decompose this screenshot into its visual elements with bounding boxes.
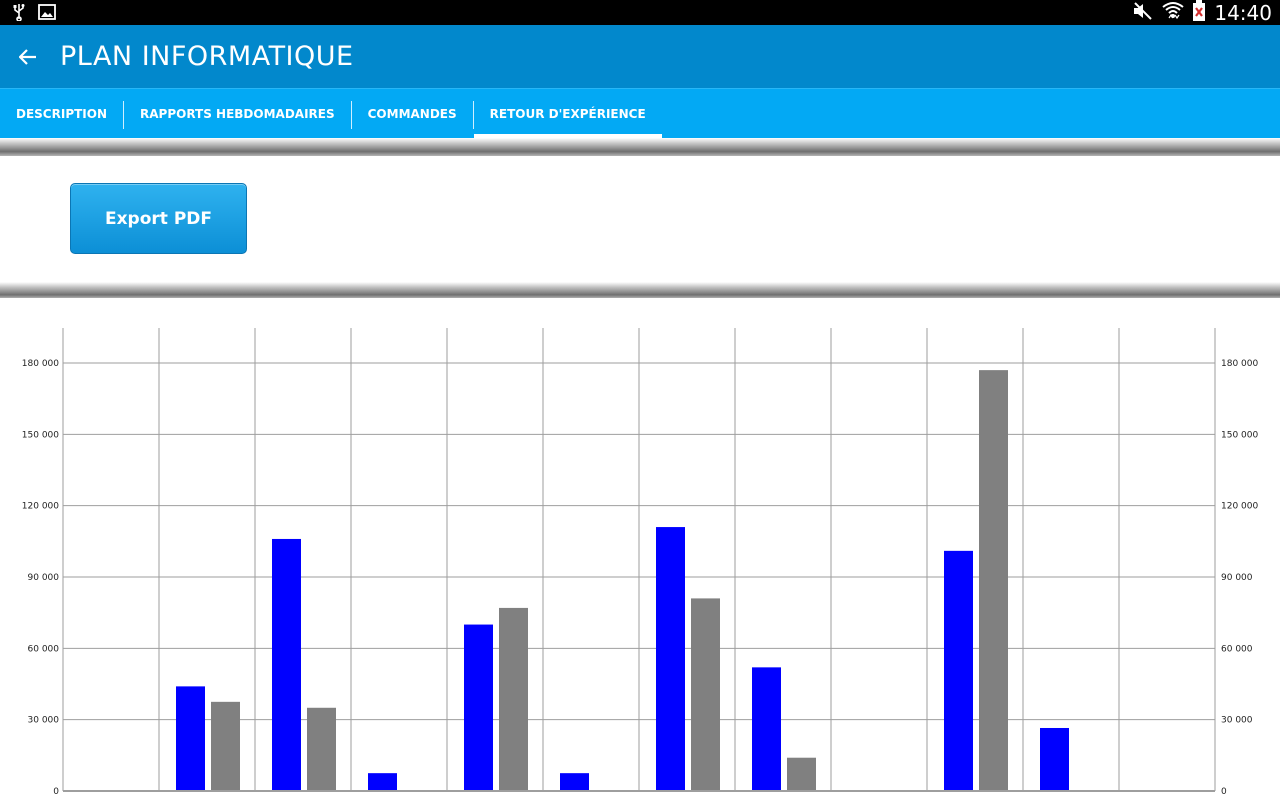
tab-description[interactable]: DESCRIPTION [0,89,123,139]
tab-label: RETOUR D'EXPÉRIENCE [489,107,646,121]
y-tick-label-right: 150 000 [1221,430,1258,440]
bar-series-2 [691,598,720,791]
bar-series-1 [1040,727,1069,791]
back-arrow-icon[interactable] [0,25,56,88]
bar-series-2 [787,757,816,791]
tab-label: DESCRIPTION [16,107,108,121]
divider-shadow [0,282,1280,298]
y-tick-label-left: 180 000 [22,359,59,369]
y-tick-label-left: 120 000 [22,502,59,512]
page-title: PLAN INFORMATIQUE [60,41,354,72]
bar-series-2 [499,607,528,791]
bar-series-1 [560,773,589,791]
bar-series-1 [464,624,493,791]
divider-shadow [0,138,1280,156]
tab-rapports-hebdomadaires[interactable]: RAPPORTS HEBDOMADAIRES [124,89,351,139]
tab-bar: DESCRIPTION RAPPORTS HEBDOMADAIRES COMMA… [0,88,1280,139]
bar-series-1 [944,550,973,791]
wifi-icon [1162,1,1184,25]
image-icon [38,4,56,24]
bar-series-1 [656,527,685,791]
y-tick-label-right: 180 000 [1221,359,1258,369]
y-tick-label-right: 60 000 [1221,644,1253,654]
clock: 14:40 [1214,0,1272,25]
tab-commandes[interactable]: COMMANDES [352,89,473,139]
y-tick-label-left: 60 000 [28,644,60,654]
tab-label: COMMANDES [367,107,457,121]
y-tick-label-left: 90 000 [28,573,60,583]
export-pdf-button[interactable]: Export PDF [70,183,247,254]
bar-series-2 [211,701,240,791]
tab-label: RAPPORTS HEBDOMADAIRES [140,107,335,121]
bar-series-1 [176,686,205,791]
battery-icon [1192,0,1206,26]
y-tick-label-left: 30 000 [28,716,60,726]
y-tick-label-left: 150 000 [22,430,59,440]
bar-series-1 [368,773,397,791]
bar-series-2 [979,370,1008,791]
bar-series-2 [307,707,336,791]
y-tick-label-left: 0 [53,787,59,797]
y-tick-label-right: 30 000 [1221,716,1253,726]
bar-series-1 [752,667,781,791]
y-tick-label-right: 90 000 [1221,573,1253,583]
bar-chart: 0 0 30 000 30 000 60 000 60 000 90 000 90 000 12… [22,328,1258,797]
bar-series-1 [272,538,301,791]
status-bar: 14:40 [0,0,1280,25]
mute-icon [1132,1,1154,25]
usb-icon [12,3,26,25]
tab-retour-experience[interactable]: RETOUR D'EXPÉRIENCE [473,89,662,139]
y-tick-label-right: 120 000 [1221,502,1258,512]
action-bar: PLAN INFORMATIQUE [0,25,1280,88]
y-tick-label-right: 0 [1221,787,1227,797]
